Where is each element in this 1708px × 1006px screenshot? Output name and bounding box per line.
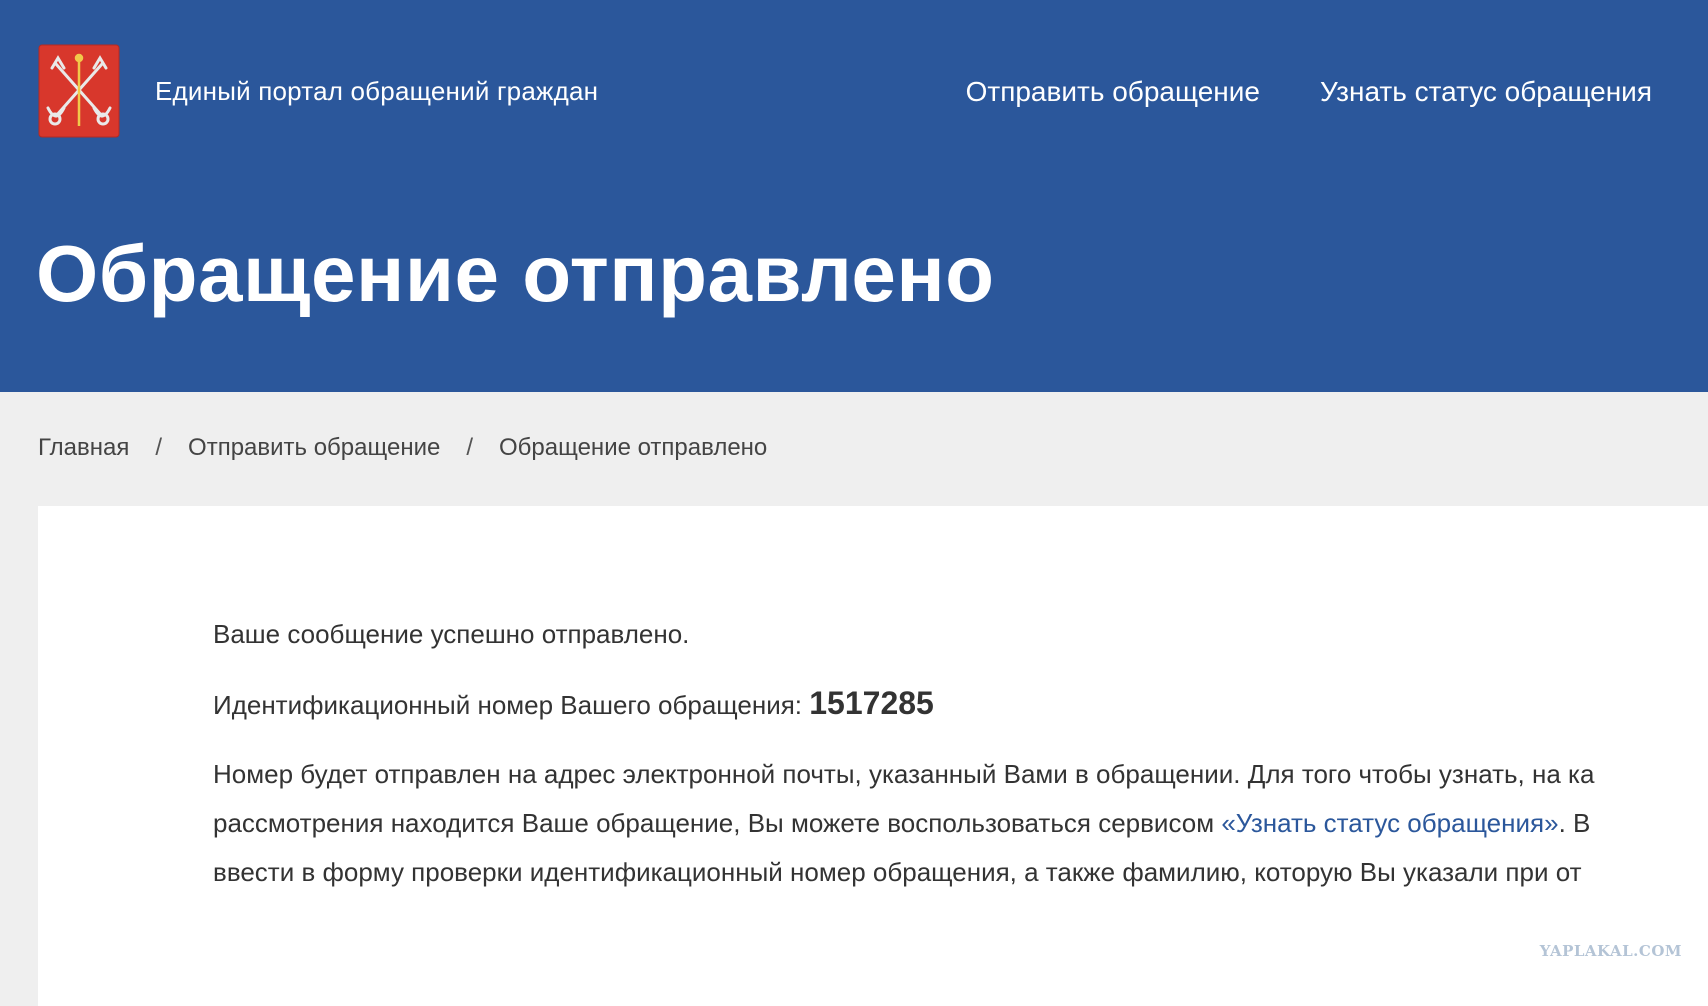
info-line-2-text: рассмотрения находится Ваше обращение, В… [213,808,1222,838]
page-title: Обращение отправлено [36,229,995,318]
info-line-1: Номер будет отправлен на адрес электронн… [213,759,1595,789]
info-line-2-tail: . В [1558,808,1591,838]
breadcrumb-current: Обращение отправлено [499,434,768,461]
coat-of-arms-icon[interactable] [38,44,120,138]
appeal-id-label: Идентификационный номер Вашего обращения… [213,690,810,720]
breadcrumb-send-appeal[interactable]: Отправить обращение [188,434,440,462]
message-content: Ваше сообщение успешно отправлено. Идент… [213,610,1708,897]
breadcrumb-home[interactable]: Главная [38,434,129,462]
appeal-id-line: Идентификационный номер Вашего обращения… [213,679,1708,730]
appeal-id-number: 1517285 [809,685,934,721]
success-message: Ваше сообщение успешно отправлено. [213,619,690,649]
main-nav: Отправить обращение Узнать статус обраще… [966,76,1652,108]
portal-name[interactable]: Единый портал обращений граждан [155,76,598,107]
site-header: Единый портал обращений граждан Отправит… [0,0,1708,392]
breadcrumb-separator: / [466,434,473,461]
check-status-link[interactable]: «Узнать статус обращения» [1221,808,1558,838]
message-card: Ваше сообщение успешно отправлено. Идент… [38,506,1708,1006]
watermark: YAPLAKAL.COM [1539,942,1682,960]
nav-send-appeal[interactable]: Отправить обращение [966,76,1260,108]
info-line-3: ввести в форму проверки идентификационны… [213,857,1582,887]
breadcrumb-separator: / [155,434,163,461]
breadcrumb: Главная / Отправить обращение / Обращени… [38,434,767,462]
info-line-2: рассмотрения находится Ваше обращение, В… [213,799,1708,848]
nav-check-status[interactable]: Узнать статус обращения [1320,76,1652,108]
